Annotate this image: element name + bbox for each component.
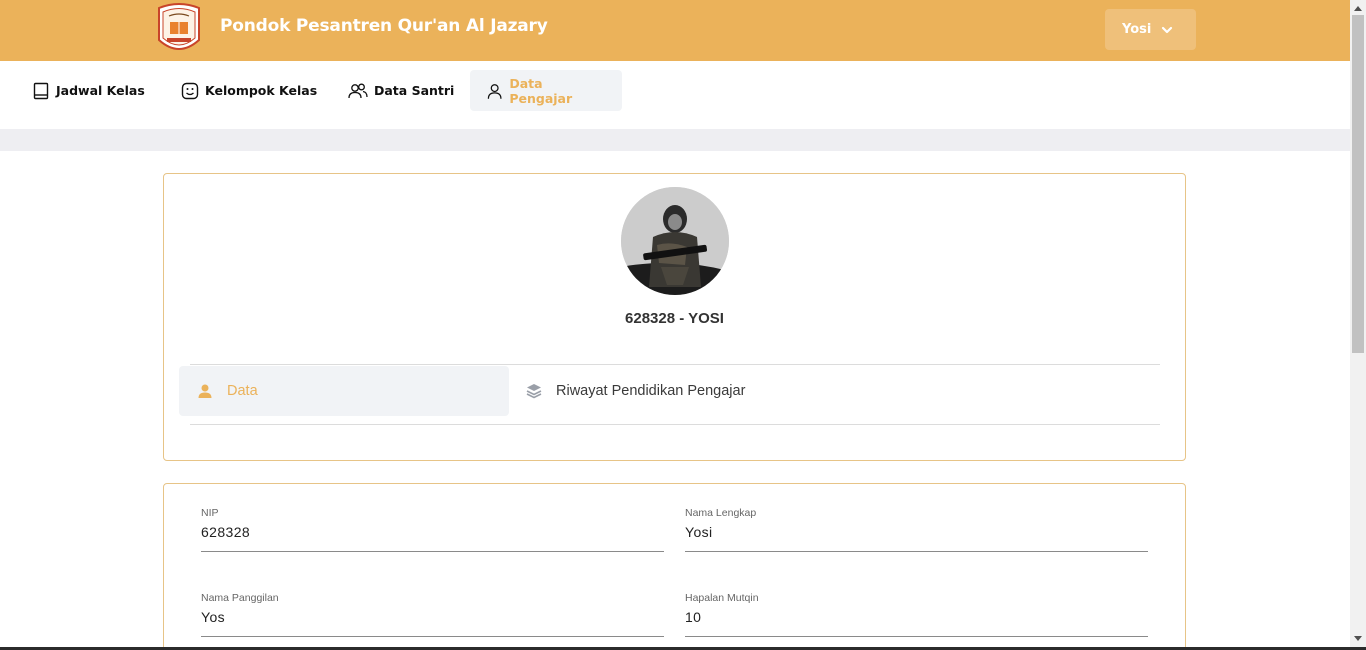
nav-item-label: Data Pengajar [509, 75, 573, 106]
stack-icon [526, 384, 542, 399]
nama-panggilan-field[interactable]: Nama Panggilan Yos [201, 592, 664, 637]
scrollbar-thumb[interactable] [1352, 15, 1364, 353]
tab-label: Riwayat Pendidikan Pengajar [556, 383, 746, 399]
tab-label: Data [227, 383, 258, 399]
top-header: Pondok Pesantren Qur'an Al Jazary Yosi [0, 0, 1350, 61]
form-card: NIP 628328 Nama Lengkap Yosi Nama Panggi… [163, 483, 1186, 650]
field-value: Yosi [685, 524, 713, 540]
field-label: Hapalan Mutqin [685, 592, 759, 604]
nav-item-data-pengajar[interactable]: Data Pengajar [470, 70, 622, 111]
users-icon [348, 83, 368, 98]
field-value: 628328 [201, 524, 251, 540]
smile-icon [181, 82, 199, 99]
profile-title: 628328 - YOSI [625, 310, 724, 327]
scroll-down-arrow-icon[interactable] [1350, 631, 1366, 646]
user-name: Yosi [1122, 22, 1152, 37]
tab-riwayat-pendidikan[interactable]: Riwayat Pendidikan Pengajar [526, 366, 745, 416]
field-value: 10 [685, 609, 702, 625]
divider [190, 424, 1160, 425]
field-label: Nama Panggilan [201, 592, 279, 604]
nav-item-kelompok-kelas[interactable]: Kelompok Kelas [181, 70, 317, 111]
field-value: Yos [201, 609, 226, 625]
nav-item-label: Data Santri [374, 83, 455, 98]
hapalan-mutqin-field[interactable]: Hapalan Mutqin 10 [685, 592, 1148, 637]
person-icon [198, 384, 212, 398]
nip-field[interactable]: NIP 628328 [201, 507, 664, 552]
scroll-up-arrow-icon[interactable] [1350, 0, 1366, 15]
field-label: NIP [201, 507, 219, 519]
book-icon [33, 82, 49, 99]
nav-item-data-santri[interactable]: Data Santri [348, 70, 454, 111]
main-nav: Jadwal Kelas Kelompok Kelas Data Santri … [0, 61, 1350, 129]
nav-item-label: Kelompok Kelas [205, 83, 318, 98]
page-band [0, 129, 1350, 151]
app-title: Pondok Pesantren Qur'an Al Jazary [220, 16, 548, 36]
divider [190, 364, 1160, 365]
profile-card: 628328 - YOSI Data Riwayat Pendidikan Pe… [163, 173, 1186, 461]
tab-data[interactable]: Data [179, 366, 509, 416]
user-icon [487, 83, 502, 99]
user-menu-button[interactable]: Yosi [1105, 9, 1196, 50]
school-logo[interactable] [155, 2, 203, 56]
field-label: Nama Lengkap [685, 507, 757, 519]
nama-lengkap-field[interactable]: Nama Lengkap Yosi [685, 507, 1148, 552]
avatar [621, 187, 729, 295]
nav-item-label: Jadwal Kelas [56, 83, 145, 98]
chevron-down-icon [1162, 26, 1173, 33]
nav-item-jadwal-kelas[interactable]: Jadwal Kelas [32, 70, 145, 111]
